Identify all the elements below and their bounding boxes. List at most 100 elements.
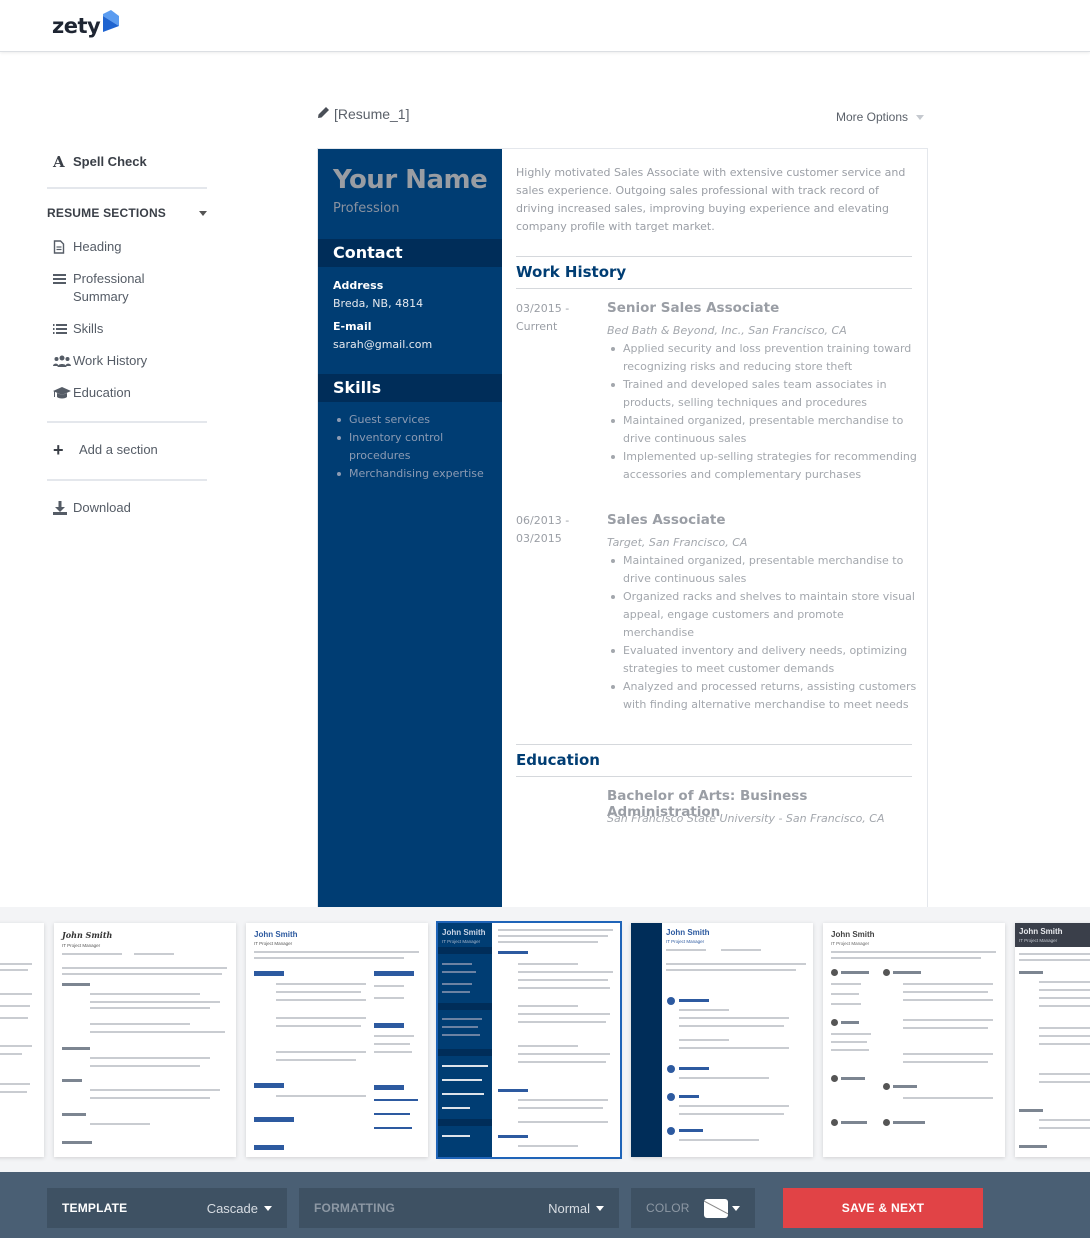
template-value-text: Cascade [206, 1200, 258, 1216]
template-thumbnail[interactable]: John Smith IT Project Manager [631, 923, 813, 1157]
section-divider [516, 288, 912, 289]
chevron-down-icon [264, 1205, 272, 1211]
divider [47, 479, 207, 481]
template-thumbnail[interactable]: John Smith IT Project Manager [246, 923, 428, 1157]
download-button[interactable]: Download [47, 500, 131, 516]
template-carousel[interactable]: John Smith IT Project Manager John Smith… [0, 907, 1090, 1172]
job-bullet: Applied security and loss prevention tra… [607, 340, 917, 376]
template-thumbnail[interactable]: John Smith IT Project Manager [1015, 923, 1090, 1157]
logo-mark-icon [101, 10, 120, 32]
sidebar-item-label: Professional Summary [73, 271, 145, 304]
address-label: Address [333, 279, 384, 292]
add-section-button[interactable]: + Add a section [47, 440, 158, 460]
thumbnail-name: John Smith [62, 930, 113, 940]
job-company: Target, San Francisco, CA [607, 536, 748, 549]
formatting-value-text: Normal [548, 1200, 590, 1216]
sidebar-item-professional-summary[interactable]: Professional Summary [47, 270, 163, 306]
contact-heading: Contact [318, 239, 502, 267]
resume-left-column: Your Name Profession Contact Address Bre… [318, 149, 502, 907]
thumbnail-name: John Smith [442, 928, 486, 937]
color-selector[interactable]: COLOR [631, 1188, 755, 1228]
sidebar-item-label: Skills [73, 321, 104, 336]
job-title: Sales Associate [607, 512, 726, 528]
thumbnail-name: John Smith [254, 930, 298, 939]
document-title-text: [Resume_1] [334, 106, 410, 122]
address-value: Breda, NB, 4814 [333, 297, 424, 310]
resume-sections-header: RESUME SECTIONS [47, 206, 167, 220]
skill-item: Merchandising expertise [333, 465, 498, 483]
job-bullet: Maintained organized, presentable mercha… [607, 412, 917, 448]
chevron-down-icon [199, 210, 207, 216]
divider [47, 187, 207, 189]
users-icon [53, 353, 73, 369]
resume-name: Your Name [333, 165, 488, 195]
resume-preview[interactable]: Your Name Profession Contact Address Bre… [317, 148, 928, 908]
resume-sections-toggle[interactable]: RESUME SECTIONS [47, 206, 207, 220]
sidebar-item-work-history[interactable]: Work History [47, 352, 163, 370]
save-and-next-button[interactable]: SAVE & NEXT [783, 1188, 983, 1228]
formatting-selector[interactable]: FORMATTING Normal [299, 1188, 619, 1228]
template-value: Cascade [207, 1201, 272, 1216]
sidebar-item-skills[interactable]: Skills [47, 320, 163, 338]
thumbnail-name: John Smith [666, 928, 710, 937]
spell-check-label: Spell Check [73, 154, 147, 169]
more-options-dropdown[interactable]: More Options [836, 110, 925, 124]
job-bullet: Maintained organized, presentable mercha… [607, 552, 917, 588]
section-divider [516, 776, 912, 777]
sidebar-item-label: Heading [73, 239, 122, 254]
spell-check-icon: A [53, 153, 65, 171]
chevron-down-icon [916, 114, 925, 120]
template-thumbnail[interactable]: John Smith IT Project Manager [823, 923, 1005, 1157]
pencil-icon[interactable] [317, 106, 330, 122]
job-bullet: Implemented up-selling strategies for re… [607, 448, 917, 484]
sidebar-item-heading[interactable]: Heading [47, 238, 163, 256]
document-title[interactable]: [Resume_1] [317, 106, 409, 122]
resume-sections-list: Heading Professional Summary Skills Work… [47, 238, 163, 416]
job-bullets: Maintained organized, presentable mercha… [607, 552, 917, 714]
skills-heading: Skills [318, 374, 502, 402]
job-title: Senior Sales Associate [607, 300, 780, 316]
section-divider [516, 744, 912, 745]
bottom-toolbar: TEMPLATE Cascade FORMATTING Normal COLOR… [0, 1172, 1090, 1238]
template-label: TEMPLATE [62, 1201, 128, 1215]
professional-summary: Highly motivated Sales Associate with ex… [516, 166, 906, 233]
skill-item: Guest services [333, 411, 498, 429]
chevron-down-icon [596, 1205, 604, 1211]
template-selector[interactable]: TEMPLATE Cascade [47, 1188, 287, 1228]
work-history-heading: Work History [516, 263, 627, 281]
email-label: E-mail [333, 320, 372, 333]
top-bar: zety [0, 0, 1090, 52]
resume-profession: Profession [333, 201, 400, 216]
job-company: Bed Bath & Beyond, Inc., San Francisco, … [607, 324, 847, 337]
formatting-label: FORMATTING [314, 1201, 396, 1215]
formatting-value: Normal [548, 1201, 604, 1216]
thumbnail-title: IT Project Manager [442, 939, 481, 944]
download-icon [53, 500, 73, 516]
sidebar-item-education[interactable]: Education [47, 384, 163, 402]
color-swatch-none [703, 1198, 728, 1218]
divider [47, 421, 207, 423]
lines-icon [53, 271, 73, 287]
template-thumbnail[interactable]: John Smith IT Project Manager [54, 923, 236, 1157]
section-divider [516, 256, 912, 257]
job-dates: 03/2015 - Current [516, 302, 570, 333]
skill-item: Inventory control procedures [333, 429, 498, 465]
job-bullet: Evaluated inventory and delivery needs, … [607, 642, 917, 678]
job-bullet: Trained and developed sales team associa… [607, 376, 917, 412]
email-value: sarah@gmail.com [333, 338, 433, 351]
skills-list: Guest services Inventory control procedu… [333, 411, 498, 483]
template-thumbnail[interactable] [0, 923, 44, 1157]
thumbnail-title: IT Project Manager [254, 941, 293, 946]
more-options-label: More Options [836, 110, 909, 124]
spell-check-button[interactable]: A Spell Check [47, 153, 147, 171]
add-section-label: Add a section [79, 442, 158, 457]
graduation-cap-icon [53, 385, 73, 401]
numbered-list-icon [53, 321, 73, 337]
zety-logo[interactable]: zety [52, 10, 120, 40]
logo-text: zety [52, 14, 101, 38]
template-thumbnail-selected[interactable]: John Smith IT Project Manager [436, 921, 622, 1159]
document-icon [53, 239, 73, 255]
sidebar-item-label: Work History [73, 353, 148, 368]
job-bullets: Applied security and loss prevention tra… [607, 340, 917, 484]
job-dates: 06/2013 - 03/2015 [516, 514, 570, 545]
